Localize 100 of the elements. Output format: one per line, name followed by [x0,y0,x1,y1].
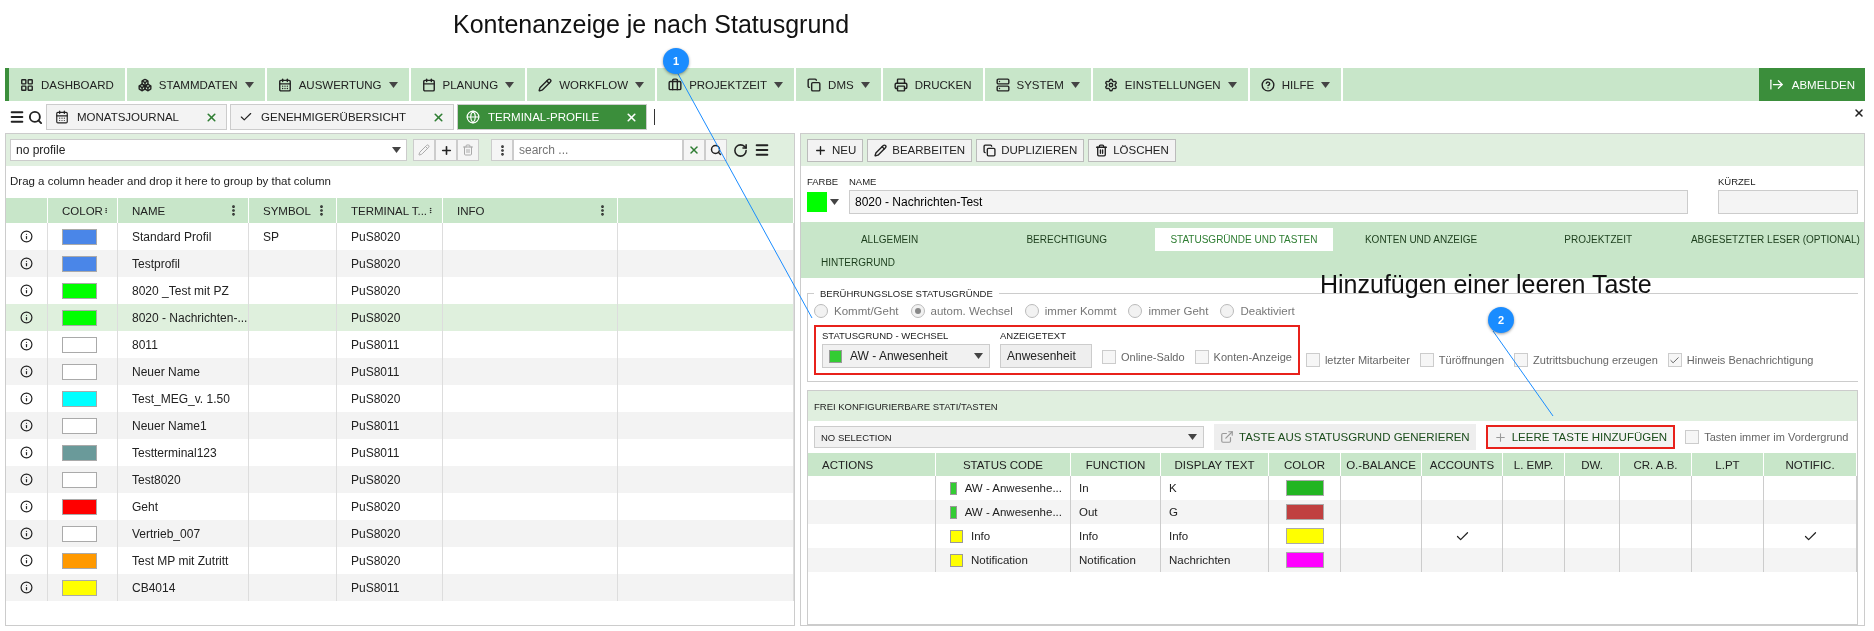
toolbar-button[interactable]: LÖSCHEN [1088,138,1176,162]
toolbar-button[interactable]: BEARBEITEN [867,138,973,162]
column-header[interactable]: DISPLAY TEXT [1161,453,1269,476]
radio-option[interactable]: immer Geht [1128,304,1209,318]
search-icon[interactable] [28,109,43,125]
column-header[interactable]: L.PT [1692,453,1764,476]
info-icon[interactable] [20,311,33,324]
info-icon[interactable] [20,500,33,513]
checkbox-option[interactable]: Tasten immer im Vordergrund [1685,430,1849,444]
radio-option[interactable]: Kommt/Geht [814,304,899,318]
printer-icon [893,77,908,92]
tab[interactable]: GENEHMIGERÜBERSICHT [230,104,455,130]
tab[interactable]: TERMINAL-PROFILE [457,104,648,130]
menu-item[interactable]: AUSWERTUNG [266,68,411,101]
info-icon[interactable] [20,230,33,243]
refresh-icon[interactable] [733,142,748,158]
key-select[interactable]: NO SELECTION [814,426,1204,448]
radio-option[interactable]: Deaktiviert [1220,304,1295,318]
status-select[interactable]: AW - Anwesenheit [822,344,990,368]
table-row[interactable]: 8020 - Nachrichten-... PuS8020 [6,304,794,331]
column-header[interactable]: O.-BALANCE [1341,453,1422,476]
column-header[interactable]: L. EMP. [1503,453,1565,476]
info-icon[interactable] [20,338,33,351]
toolbar-button[interactable]: NEU [807,138,864,162]
menu-item[interactable]: PLANUNG [410,68,528,101]
tab[interactable]: STATUSGRÜNDE UND TASTEN [1155,228,1333,251]
menu-item[interactable]: EINSTELLUNGEN [1092,68,1250,101]
table-row[interactable]: Vertrieb_007 PuS8020 [6,520,794,547]
table-row[interactable]: Test8020 PuS8020 [6,466,794,493]
checkbox-option[interactable]: Konten-Anzeige [1194,350,1292,364]
table-row[interactable]: Testprofil PuS8020 [6,250,794,277]
checkbox-option[interactable]: Online-Saldo [1102,350,1185,364]
info-icon[interactable] [20,284,33,297]
table-cell [1503,548,1565,572]
info-icon[interactable] [20,392,33,405]
column-header[interactable]: ACCOUNTS [1422,453,1503,476]
info-icon[interactable] [20,446,33,459]
column-header[interactable]: INFO [443,198,618,223]
clear-button[interactable] [683,139,705,161]
checkbox-option[interactable]: letzter Mitarbeiter [1305,353,1410,367]
radio-option[interactable]: immer Kommt [1024,304,1117,318]
info-icon[interactable] [20,365,33,378]
generate-button[interactable]: TASTE AUS STATUSGRUND GENERIEREN [1214,424,1476,450]
name-field[interactable]: 8020 - Nachrichten-Test [849,190,1688,214]
tab[interactable]: ABGESETZTER LESER (OPTIONAL) [1686,228,1864,251]
column-header[interactable]: NOTIFIC. [1764,453,1857,476]
info-icon[interactable] [20,257,33,270]
field-label: FARBE [807,176,839,187]
logout-button[interactable]: ABMELDEN [1758,68,1865,101]
menu-item[interactable]: DMS [796,68,883,101]
info-icon[interactable] [20,473,33,486]
menu-item[interactable]: STAMMDATEN [126,68,267,101]
info-icon[interactable] [20,527,33,540]
table-row[interactable]: Neuer Name PuS8011 [6,358,794,385]
menu-item[interactable]: DRUCKEN [882,68,985,101]
tab[interactable]: HINTERGRUND [801,251,979,274]
column-header[interactable]: TERMINAL T... [337,198,443,223]
tab[interactable]: PROJEKTZEIT [1509,228,1687,251]
column-header[interactable]: FUNCTION [1071,453,1161,476]
info-icon[interactable] [20,419,33,432]
radio-option[interactable]: autom. Wechsel [910,304,1013,318]
menu-item[interactable]: DASHBOARD [9,68,127,101]
add-key-button[interactable]: LEERE TASTE HINZUFÜGEN [1485,425,1676,449]
profile-select[interactable]: no profile [10,139,407,161]
column-header[interactable]: SYMBOL [249,198,337,223]
callout-marker: 2 [1488,307,1514,333]
search-button[interactable] [705,139,727,161]
column-header[interactable]: STATUS CODE [936,453,1071,476]
short-field[interactable] [1718,190,1858,214]
checkbox-option[interactable]: Hinweis Benachrichtigung [1667,353,1814,367]
close-icon[interactable] [1853,107,1865,119]
checkbox-option[interactable]: Zutrittsbuchung erzeugen [1514,353,1658,367]
info-icon[interactable] [20,581,33,594]
tab[interactable]: KONTEN UND ANZEIGE [1332,228,1510,251]
caret-icon [974,353,983,359]
column-header[interactable]: DW. [1565,453,1620,476]
menu-icon[interactable] [754,142,770,158]
column-header[interactable]: ACTIONS [808,453,936,476]
column-header[interactable]: COLOR [48,198,118,223]
add-button[interactable] [435,139,457,161]
menu-item[interactable]: WORKFLOW [527,68,658,101]
checkbox-option[interactable]: Türöffnungen [1419,353,1505,367]
external-link-icon [1220,430,1234,444]
tab[interactable]: ALLGEMEIN [801,228,979,251]
options-button[interactable] [491,139,513,161]
table-row[interactable]: Neuer Name1 PuS8011 [6,412,794,439]
display-text-field[interactable]: Anwesenheit [1000,344,1092,368]
menu-item[interactable]: SYSTEM [984,68,1093,101]
column-header[interactable]: NAME [118,198,249,223]
menu-item[interactable]: HILFE [1249,68,1344,101]
column-header[interactable]: COLOR [1269,453,1341,476]
column-header[interactable]: CR. A.B. [1620,453,1692,476]
tab[interactable]: BERECHTIGUNG [978,228,1156,251]
menu-icon[interactable] [9,109,25,125]
table-row[interactable]: CB4014 PuS8011 [6,574,794,601]
tab[interactable]: MONATSJOURNAL [46,104,228,130]
search-field[interactable]: search ... [513,139,683,161]
color-picker[interactable] [807,190,839,214]
info-icon[interactable] [20,554,33,567]
toolbar-button[interactable]: DUPLIZIEREN [976,138,1085,162]
